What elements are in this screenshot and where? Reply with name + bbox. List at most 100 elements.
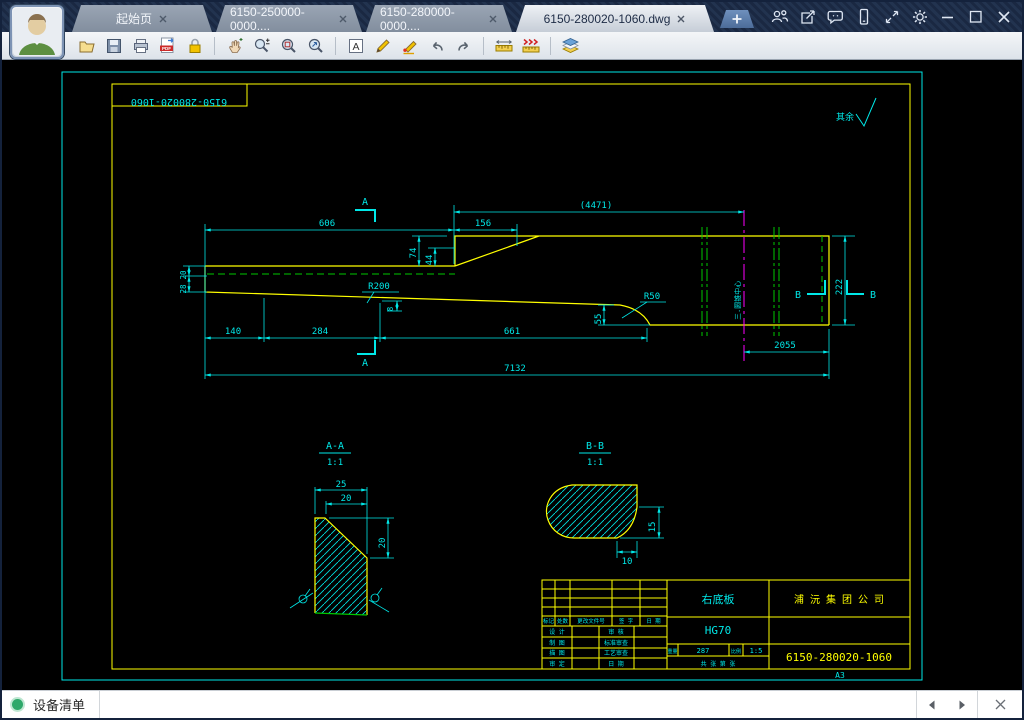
dim-74: 74: [409, 248, 419, 259]
main-toolbar: PDF A: [2, 32, 1022, 60]
fullscreen-icon[interactable]: [880, 6, 904, 28]
tab-label: 6150-280020-1060.dwg: [544, 12, 671, 26]
pan-hand-icon: [226, 37, 244, 55]
zoom-in-out-button[interactable]: [249, 34, 274, 58]
roughness-symbol-icon: [856, 98, 876, 126]
nav-next-button[interactable]: [947, 691, 977, 718]
mobile-phone-icon[interactable]: [852, 6, 876, 28]
tab-close-icon[interactable]: [158, 14, 168, 24]
wechat-chat-icon[interactable]: [824, 6, 848, 28]
measure-button[interactable]: [491, 34, 516, 58]
avatar-person-icon: [12, 7, 62, 57]
dim-55: 55: [594, 314, 604, 325]
marker-markup-button[interactable]: [397, 34, 422, 58]
statusbar: 设备清单: [2, 690, 1022, 718]
device-list-button[interactable]: 设备清单: [31, 695, 99, 714]
printer-icon: [132, 37, 150, 55]
arrow-left-icon: [926, 699, 938, 711]
minimize-button[interactable]: [936, 6, 960, 28]
new-tab-button[interactable]: [720, 10, 754, 28]
svg-text:A: A: [352, 41, 359, 53]
text-tool-icon: A: [347, 37, 365, 55]
tb-draft-label: 制 图: [549, 639, 565, 647]
tab-close-icon[interactable]: [676, 14, 686, 24]
pencil-markup-button[interactable]: [370, 34, 395, 58]
tb-process-review-label: 工艺审查: [604, 649, 628, 657]
titlebar-actions: [768, 2, 1022, 32]
tb-design-label: 设 计: [549, 628, 565, 636]
undo-button[interactable]: [424, 34, 449, 58]
zoom-extents-icon: [307, 37, 325, 55]
tb-scale-label: 比例: [731, 648, 741, 655]
dim-606: 606: [319, 219, 335, 229]
dim-20: 20: [179, 270, 188, 280]
frame-drawing-number: 6150-280020-1060: [131, 96, 227, 107]
tab-start-page[interactable]: 起始页: [72, 5, 212, 32]
tab-close-icon[interactable]: [488, 14, 498, 24]
tb-weight-value: 287: [697, 647, 710, 655]
tab-close-icon[interactable]: [338, 14, 348, 24]
layers-button[interactable]: [558, 34, 583, 58]
close-button[interactable]: [992, 6, 1016, 28]
pdf-icon: PDF: [158, 36, 177, 55]
toolbar-separator: [335, 37, 336, 55]
pan-tool-button[interactable]: [222, 34, 247, 58]
redo-button[interactable]: [451, 34, 476, 58]
settings-gear-icon[interactable]: [908, 6, 932, 28]
svg-text:PDF: PDF: [162, 46, 171, 51]
lock-button[interactable]: [182, 34, 207, 58]
panel-close-button[interactable]: [978, 691, 1022, 718]
app-window: 起始页 6150-250000-0000.... 6150-280000-000…: [0, 0, 1024, 720]
tab-dwg-250000[interactable]: 6150-250000-0000....: [216, 5, 362, 32]
title-block: 标记 处数 更改文件号 签 字 日 期 设 计 制 图 描 图 审 定 审 核 …: [542, 580, 910, 680]
tab-strip: 起始页 6150-250000-0000.... 6150-280000-000…: [72, 2, 754, 32]
section-aa-scale: 1:1: [327, 458, 343, 468]
bb-dim-15: 15: [648, 522, 658, 533]
continuous-measure-button[interactable]: [518, 34, 543, 58]
surface-finish-note: 其余: [836, 98, 876, 126]
user-avatar[interactable]: [10, 5, 64, 59]
tb-company: 浦 沅 集 团 公 司: [794, 593, 884, 606]
undo-arrow-icon: [428, 37, 446, 55]
tb-part-name: 右底板: [702, 592, 735, 606]
export-pdf-button[interactable]: PDF: [155, 34, 180, 58]
toolbar-separator: [550, 37, 551, 55]
centerline-label: 三.圆锥中心: [733, 281, 742, 320]
dim-44: 44: [425, 255, 435, 266]
section-cut-marks: [355, 210, 864, 354]
print-button[interactable]: [128, 34, 153, 58]
maximize-button[interactable]: [964, 6, 988, 28]
collaborate-users-icon[interactable]: [768, 6, 792, 28]
save-button[interactable]: [101, 34, 126, 58]
bb-dim-10: 10: [622, 557, 633, 567]
marker-pen-icon: [401, 37, 419, 55]
aa-dim-20-right: 20: [378, 538, 388, 549]
section-b-right-label: B: [870, 290, 876, 301]
layers-icon: [561, 36, 580, 55]
share-icon[interactable]: [796, 6, 820, 28]
tab-dwg-280000[interactable]: 6150-280000-0000....: [366, 5, 512, 32]
tb-trace-label: 描 图: [549, 649, 565, 657]
dim-r200: R200: [368, 282, 390, 292]
text-annotation-button[interactable]: A: [343, 34, 368, 58]
dim-284: 284: [312, 327, 328, 337]
aa-dim-20: 20: [341, 494, 352, 504]
toolbar-separator: [214, 37, 215, 55]
tb-check-label: 审 核: [608, 628, 624, 636]
dimension-texts: 606 156 (4471) 74 44 20 28 R200 8 140 28…: [179, 201, 845, 374]
section-bb-view: B-B 1:1 15 10: [546, 441, 664, 567]
dim-222: 222: [835, 279, 845, 295]
statusbar-nav: [916, 691, 1022, 718]
tab-label: 起始页: [116, 10, 152, 27]
open-file-button[interactable]: [74, 34, 99, 58]
tab-dwg-280020-active[interactable]: 6150-280020-1060.dwg: [516, 5, 714, 32]
zoom-window-icon: [280, 37, 298, 55]
section-a-top-label: A: [362, 197, 368, 208]
zoom-window-button[interactable]: [276, 34, 301, 58]
drawing-canvas[interactable]: 6150-280020-1060 其余 三.圆锥中心: [2, 60, 1022, 690]
nav-previous-button[interactable]: [917, 691, 947, 718]
zoom-extents-button[interactable]: [303, 34, 328, 58]
section-bb-title: B-B: [586, 441, 604, 452]
statusbar-divider: [99, 691, 100, 718]
tb-material: HG70: [705, 624, 732, 637]
